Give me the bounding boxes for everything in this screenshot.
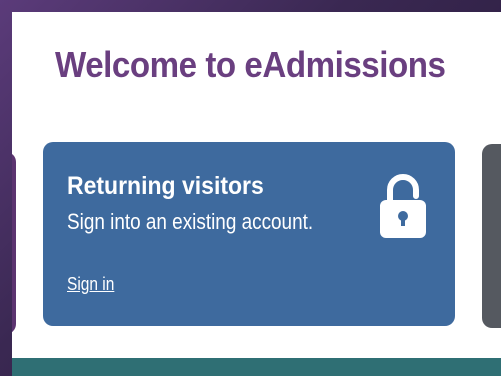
main-panel: Welcome to eAdmissions Returning visitor… [12,12,501,376]
next-card-edge[interactable] [482,144,501,328]
sign-in-link[interactable]: Sign in [67,274,114,295]
card-title: Returning visitors [67,172,264,200]
lock-icon [380,174,426,238]
app-window: Welcome to eAdmissions Returning visitor… [0,0,501,376]
returning-visitors-card[interactable]: Returning visitors Sign into an existing… [43,142,455,326]
bottom-band [12,358,501,376]
previous-card-edge[interactable] [12,152,16,334]
card-subtitle: Sign into an existing account. [67,209,314,234]
page-title: Welcome to eAdmissions [55,44,446,85]
